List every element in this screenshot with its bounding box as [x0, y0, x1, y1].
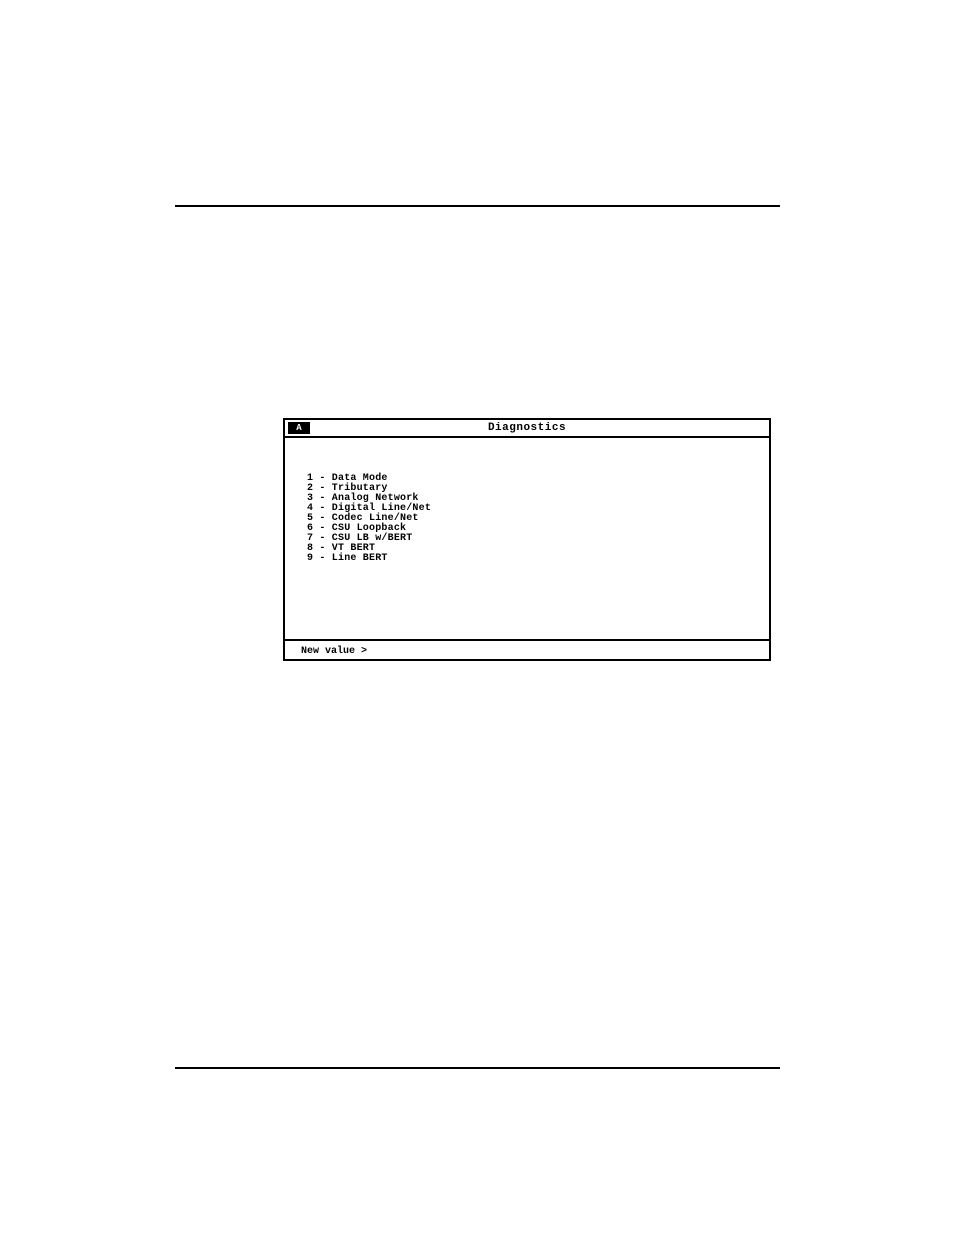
menu-item[interactable]: 9 - Line BERT [307, 554, 759, 564]
terminal-title: Diagnostics [285, 420, 769, 436]
terminal-body: 1 - Data Mode2 - Tributary3 - Analog Net… [285, 438, 769, 639]
terminal-status-bar[interactable]: New value > [285, 639, 769, 661]
header-rule [175, 205, 780, 207]
diagnostics-terminal-window: A Diagnostics 1 - Data Mode2 - Tributary… [283, 418, 771, 661]
footer-rule [175, 1067, 780, 1069]
terminal-title-bar: A Diagnostics [285, 420, 769, 438]
new-value-prompt: New value > [301, 646, 367, 657]
